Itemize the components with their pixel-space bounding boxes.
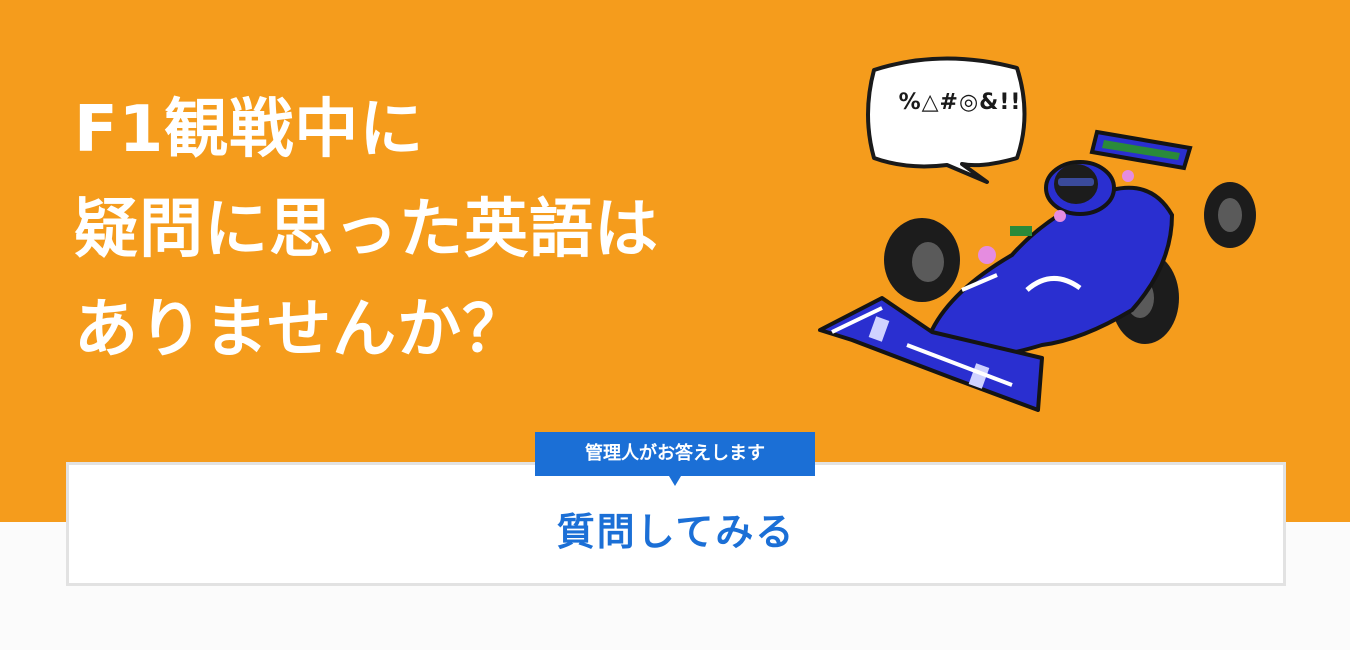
ask-question-label: 質問してみる bbox=[556, 510, 796, 554]
admin-answers-badge: 管理人がお答えします bbox=[535, 432, 815, 486]
badge-pointer bbox=[669, 476, 681, 486]
speech-bubble-text: %△#◎&!! bbox=[898, 90, 1022, 115]
headline-line-2: 疑問に思った英語は bbox=[74, 193, 659, 267]
headline-line-3: ありませんか？ bbox=[74, 293, 528, 367]
headline: F1観戦中に 疑問に思った英語は ありませんか？ bbox=[74, 80, 659, 380]
headline-line-1: F1観戦中に bbox=[74, 93, 425, 167]
admin-answers-badge-text: 管理人がお答えします bbox=[585, 443, 765, 464]
speech-bubble-icon bbox=[866, 56, 1027, 184]
